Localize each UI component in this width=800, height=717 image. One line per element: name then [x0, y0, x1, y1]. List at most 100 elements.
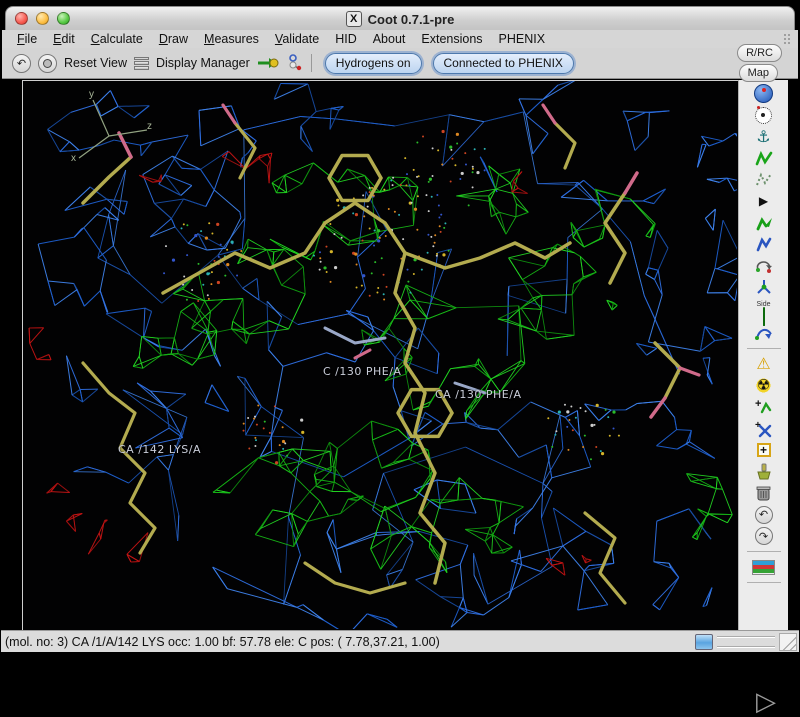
- place-atom-icon: +: [757, 443, 771, 457]
- window-title: X Coot 0.7.1-pre: [346, 11, 455, 27]
- rrc-button[interactable]: R/RC: [737, 44, 782, 62]
- play-outline-icon: ▷: [756, 687, 776, 717]
- rotamer-arrow-icon: [755, 214, 773, 232]
- place-atom-button[interactable]: +: [751, 441, 777, 460]
- window-title-text: Coot 0.7.1-pre: [368, 12, 455, 27]
- real-space-refine-button[interactable]: [751, 149, 777, 168]
- menu-bar: FileEditCalculateDrawMeasuresValidateHID…: [2, 30, 798, 48]
- resize-grip[interactable]: [779, 633, 797, 651]
- rotate-arrow-icon: [754, 257, 773, 275]
- sidebar-separator: [747, 582, 781, 583]
- flag-button[interactable]: [751, 558, 777, 577]
- menu-item[interactable]: Calculate: [84, 31, 150, 47]
- main-toolbar: ↶ Reset View Display Manager Hydrogens o…: [2, 48, 798, 79]
- dotted-zigzag-icon: [755, 171, 773, 188]
- menu-item[interactable]: PHENIX: [492, 31, 553, 47]
- sidebar-separator: [747, 348, 781, 349]
- modelling-sidebar: ⚓ ▶ Side ⚠ ☢ + + + ↶ ↷: [738, 80, 788, 630]
- brush-icon: [755, 463, 773, 481]
- zoom-button[interactable]: [57, 12, 70, 25]
- delete-button[interactable]: [751, 484, 777, 503]
- minimize-button[interactable]: [36, 12, 49, 25]
- sidebar-separator: [747, 551, 781, 552]
- status-text: (mol. no: 3) CA /1/A/142 LYS occ: 1.00 b…: [5, 635, 440, 649]
- menu-item[interactable]: Measures: [197, 31, 266, 47]
- title-bar[interactable]: X Coot 0.7.1-pre: [5, 6, 795, 31]
- undo-button[interactable]: ↶: [751, 505, 777, 524]
- molecule-icon[interactable]: [286, 54, 302, 72]
- go-to-atom-icon[interactable]: [257, 56, 279, 70]
- edit-backbone-button[interactable]: [751, 324, 777, 343]
- anchor-icon: ⚓: [756, 129, 770, 145]
- add-alt-conf-button[interactable]: +: [751, 419, 777, 438]
- add-residue-icon: +: [755, 398, 773, 416]
- undo-icon: ↶: [755, 506, 773, 524]
- display-manager-button[interactable]: Display Manager: [156, 56, 250, 70]
- statusbar-grip: [717, 636, 775, 648]
- atom-label: C /130 PHE/A: [323, 365, 401, 378]
- axis-y-label: y: [89, 89, 94, 100]
- menu-item[interactable]: Edit: [46, 31, 82, 47]
- radioactive-icon: ☢: [756, 378, 771, 393]
- rotamers-button[interactable]: [751, 235, 777, 254]
- axis-z-label: z: [147, 121, 152, 132]
- menu-item[interactable]: Extensions: [414, 31, 489, 47]
- close-button[interactable]: [15, 12, 28, 25]
- status-bar: (mol. no: 3) CA /1/A/142 LYS occ: 1.00 b…: [1, 630, 799, 652]
- axes-widget: [43, 86, 163, 176]
- run-disabled-button: ▷: [756, 688, 776, 715]
- undo-arrow-icon: ↶: [17, 58, 26, 69]
- axis-x-label: x: [71, 153, 76, 164]
- atom-label: CA /142 LYS/A: [118, 443, 201, 456]
- anchor-button[interactable]: ⚓: [751, 127, 777, 146]
- main-area: y x z C /130 PHE/A CA /130 PHE/A CA /142…: [0, 80, 800, 630]
- chi-angles-icon: [755, 278, 773, 296]
- atom-label: CA /130 PHE/A: [435, 388, 522, 401]
- record-dot-icon: [43, 59, 52, 68]
- back-view-button[interactable]: ↶: [12, 54, 31, 73]
- svg-text:+: +: [755, 398, 761, 410]
- target-icon: [755, 107, 772, 124]
- redo-icon: ↷: [755, 527, 773, 545]
- recentre-view-button[interactable]: [38, 54, 57, 73]
- redo-button[interactable]: ↷: [751, 527, 777, 546]
- regularize-zone-button[interactable]: [751, 170, 777, 189]
- reset-view-button[interactable]: Reset View: [64, 56, 127, 70]
- hazard-icon: ⚠: [756, 356, 770, 372]
- trash-icon: [755, 484, 772, 502]
- alt-conf-icon: +: [755, 420, 773, 438]
- toolbar-separator: [311, 54, 312, 72]
- menu-item[interactable]: File: [10, 31, 44, 47]
- coot-window: X Coot 0.7.1-pre FileEditCalculateDrawMe…: [0, 0, 800, 670]
- recentre-button[interactable]: [751, 106, 777, 125]
- green-zigzag-icon: [755, 150, 773, 167]
- rigid-body-fit-button[interactable]: ▶: [751, 192, 777, 211]
- menu-grip-handle[interactable]: [783, 33, 792, 45]
- mutate-residue-button[interactable]: ⚠: [751, 355, 777, 374]
- side-dome-icon: Side: [752, 302, 776, 319]
- hydrogens-toggle-button[interactable]: Hydrogens on: [325, 53, 422, 74]
- play-triangle-icon: ▶: [759, 195, 768, 207]
- gl-canvas[interactable]: y x z C /130 PHE/A CA /130 PHE/A CA /142…: [22, 80, 738, 630]
- menu-item[interactable]: Draw: [152, 31, 195, 47]
- fill-sidechain-button[interactable]: [751, 462, 777, 481]
- blue-zigzag-icon: [755, 235, 773, 253]
- display-manager-icon: [134, 57, 149, 70]
- x11-icon: X: [346, 11, 362, 27]
- menu-item[interactable]: Validate: [268, 31, 326, 47]
- add-terminal-residue-button[interactable]: +: [751, 398, 777, 417]
- progress-chip[interactable]: [695, 634, 713, 650]
- menu-item[interactable]: HID: [328, 31, 364, 47]
- side-chain-flip-button[interactable]: Side: [751, 299, 777, 321]
- simple-mutate-button[interactable]: ☢: [751, 376, 777, 395]
- flag-icon: [752, 560, 775, 575]
- auto-fit-rotamer-button[interactable]: [751, 213, 777, 232]
- view-sphere-button[interactable]: [751, 84, 777, 103]
- edit-chi-angles-button[interactable]: [751, 278, 777, 297]
- globe-icon: [754, 84, 773, 103]
- phenix-connection-button[interactable]: Connected to PHENIX: [433, 53, 574, 74]
- menu-item[interactable]: About: [366, 31, 413, 47]
- map-button[interactable]: Map: [739, 64, 778, 82]
- backbone-flip-icon: [754, 325, 774, 342]
- rotate-translate-button[interactable]: [751, 256, 777, 275]
